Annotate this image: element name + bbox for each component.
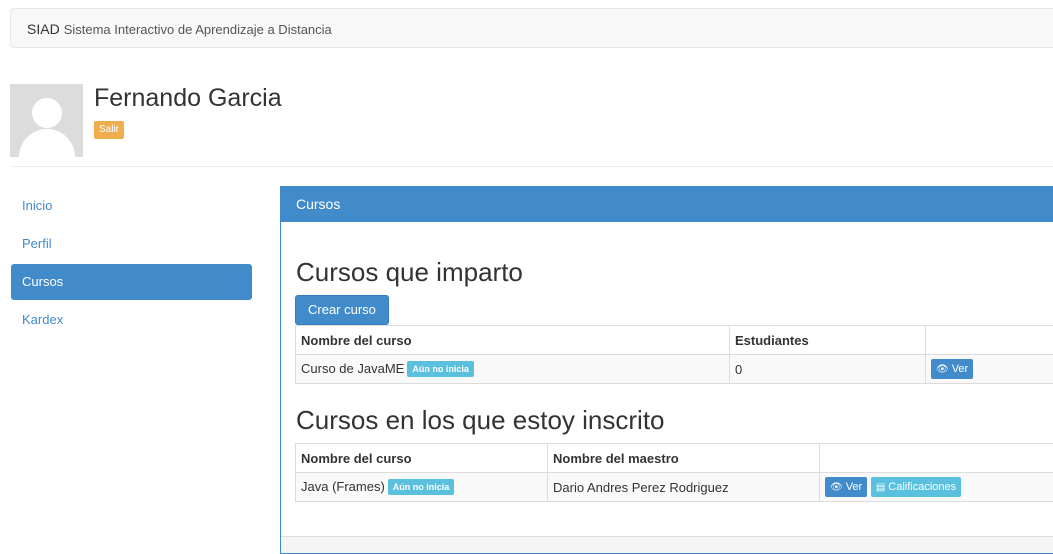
divider bbox=[10, 166, 1053, 167]
list-icon: ▤ bbox=[875, 482, 886, 493]
sidebar-item-perfil[interactable]: Perfil bbox=[11, 226, 252, 262]
brand-name: SIAD bbox=[27, 21, 60, 37]
brand-subtitle: Sistema Interactivo de Aprendizaje a Dis… bbox=[63, 22, 332, 37]
courses-panel: Cursos Cursos que imparto Crear curso No… bbox=[280, 186, 1053, 554]
sidebar-item-inicio[interactable]: Inicio bbox=[11, 188, 252, 224]
panel-title: Cursos bbox=[281, 187, 1053, 222]
teaching-table: Nombre del curso Estudiantes Curso de Ja… bbox=[295, 325, 1053, 384]
course-name: Curso de JavaME bbox=[301, 360, 405, 376]
column-header bbox=[819, 443, 1053, 473]
panel-footer bbox=[281, 536, 1053, 553]
view-course-button[interactable]: 👁 Ver bbox=[825, 477, 868, 497]
column-header: Nombre del curso bbox=[295, 443, 548, 473]
column-header bbox=[925, 325, 1053, 355]
eye-icon: 👁 bbox=[830, 482, 843, 493]
table-row: Curso de JavaME Aún no inicia 0 👁 Ver bbox=[295, 354, 1053, 384]
grades-button[interactable]: ▤ Calificaciones bbox=[870, 477, 962, 497]
column-header: Nombre del curso bbox=[295, 325, 730, 355]
eye-icon: 👁 bbox=[936, 364, 949, 375]
top-navbar: SIAD Sistema Interactivo de Aprendizaje a… bbox=[10, 8, 1053, 48]
sidebar-nav: Inicio Perfil Cursos Kardex bbox=[11, 188, 252, 340]
logout-button[interactable]: Salir bbox=[94, 121, 125, 139]
actions-cell: 👁 Ver bbox=[925, 354, 1053, 384]
teacher-name: Dario Andres Perez Rodriguez bbox=[547, 472, 820, 502]
course-cell: Java (Frames) Aún no inicia bbox=[295, 472, 548, 502]
sidebar-item-cursos[interactable]: Cursos bbox=[11, 264, 252, 300]
table-row: Java (Frames) Aún no inicia Dario Andres … bbox=[295, 472, 1053, 502]
column-header: Nombre del maestro bbox=[547, 443, 820, 473]
navbar-brand[interactable]: SIAD Sistema Interactivo de Aprendizaje a… bbox=[27, 21, 332, 37]
status-badge: Aún no inicia bbox=[407, 361, 474, 378]
students-count: 0 bbox=[729, 354, 926, 384]
enrolled-heading: Cursos en los que estoy inscrito bbox=[296, 405, 665, 435]
teaching-heading: Cursos que imparto bbox=[296, 257, 523, 287]
user-name: Fernando Garcia bbox=[94, 84, 282, 112]
enrolled-table: Nombre del curso Nombre del maestro Java… bbox=[295, 443, 1053, 502]
view-label: Ver bbox=[951, 363, 969, 375]
course-cell: Curso de JavaME Aún no inicia bbox=[295, 354, 730, 384]
actions-cell: 👁 Ver ▤ Calificaciones bbox=[819, 472, 1053, 502]
grades-label: Calificaciones bbox=[888, 481, 957, 493]
avatar bbox=[10, 84, 83, 157]
status-badge: Aún no inicia bbox=[387, 479, 455, 496]
create-course-button[interactable]: Crear curso bbox=[295, 295, 389, 325]
course-name: Java (Frames) bbox=[301, 478, 385, 494]
sidebar-item-kardex[interactable]: Kardex bbox=[11, 302, 252, 338]
view-course-button[interactable]: 👁 Ver bbox=[931, 359, 974, 379]
column-header: Estudiantes bbox=[729, 325, 926, 355]
view-label: Ver bbox=[845, 481, 863, 493]
